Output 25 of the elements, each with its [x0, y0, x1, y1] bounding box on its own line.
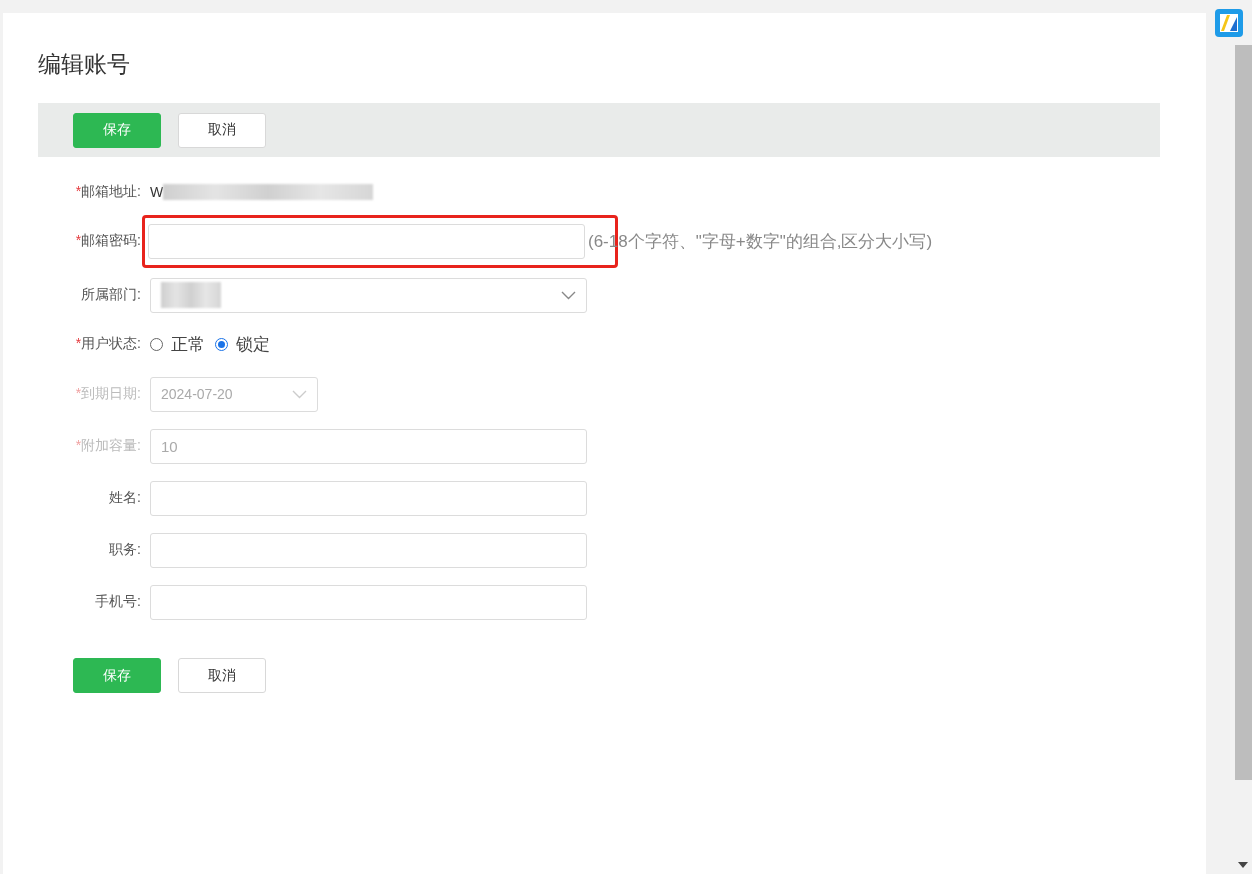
field-label: 姓名: — [108, 489, 142, 507]
page-title: 编辑账号 — [38, 50, 131, 79]
chevron-down-icon — [561, 290, 576, 300]
chevron-down-icon — [292, 389, 307, 399]
cancel-button[interactable]: 取消 — [178, 658, 266, 693]
field-label: 手机号: — [94, 593, 142, 611]
field-label: *邮箱地址: — [74, 182, 142, 201]
select-field[interactable] — [150, 277, 587, 313]
app-icon[interactable] — [1215, 9, 1243, 37]
field-label: 所属部门: — [80, 286, 142, 304]
field-label: *附加容量: — [74, 437, 142, 455]
field-label: *用户状态: — [74, 335, 142, 353]
password-field[interactable] — [148, 223, 585, 259]
input-field[interactable] — [150, 532, 587, 568]
radio-option[interactable]: 锁定 — [215, 332, 270, 356]
scroll-down-icon[interactable] — [1238, 862, 1248, 868]
field-label: *到期日期: — [74, 385, 142, 403]
email-value: W — [150, 183, 164, 200]
radio-option[interactable]: 正常 — [150, 332, 205, 356]
input-field[interactable] — [150, 480, 587, 516]
field-label: 职务: — [108, 541, 142, 559]
scrollbar-thumb[interactable] — [1235, 45, 1252, 780]
cancel-button[interactable]: 取消 — [178, 112, 266, 148]
field-label: *邮箱密码: — [74, 232, 142, 250]
input-field[interactable] — [150, 584, 587, 620]
